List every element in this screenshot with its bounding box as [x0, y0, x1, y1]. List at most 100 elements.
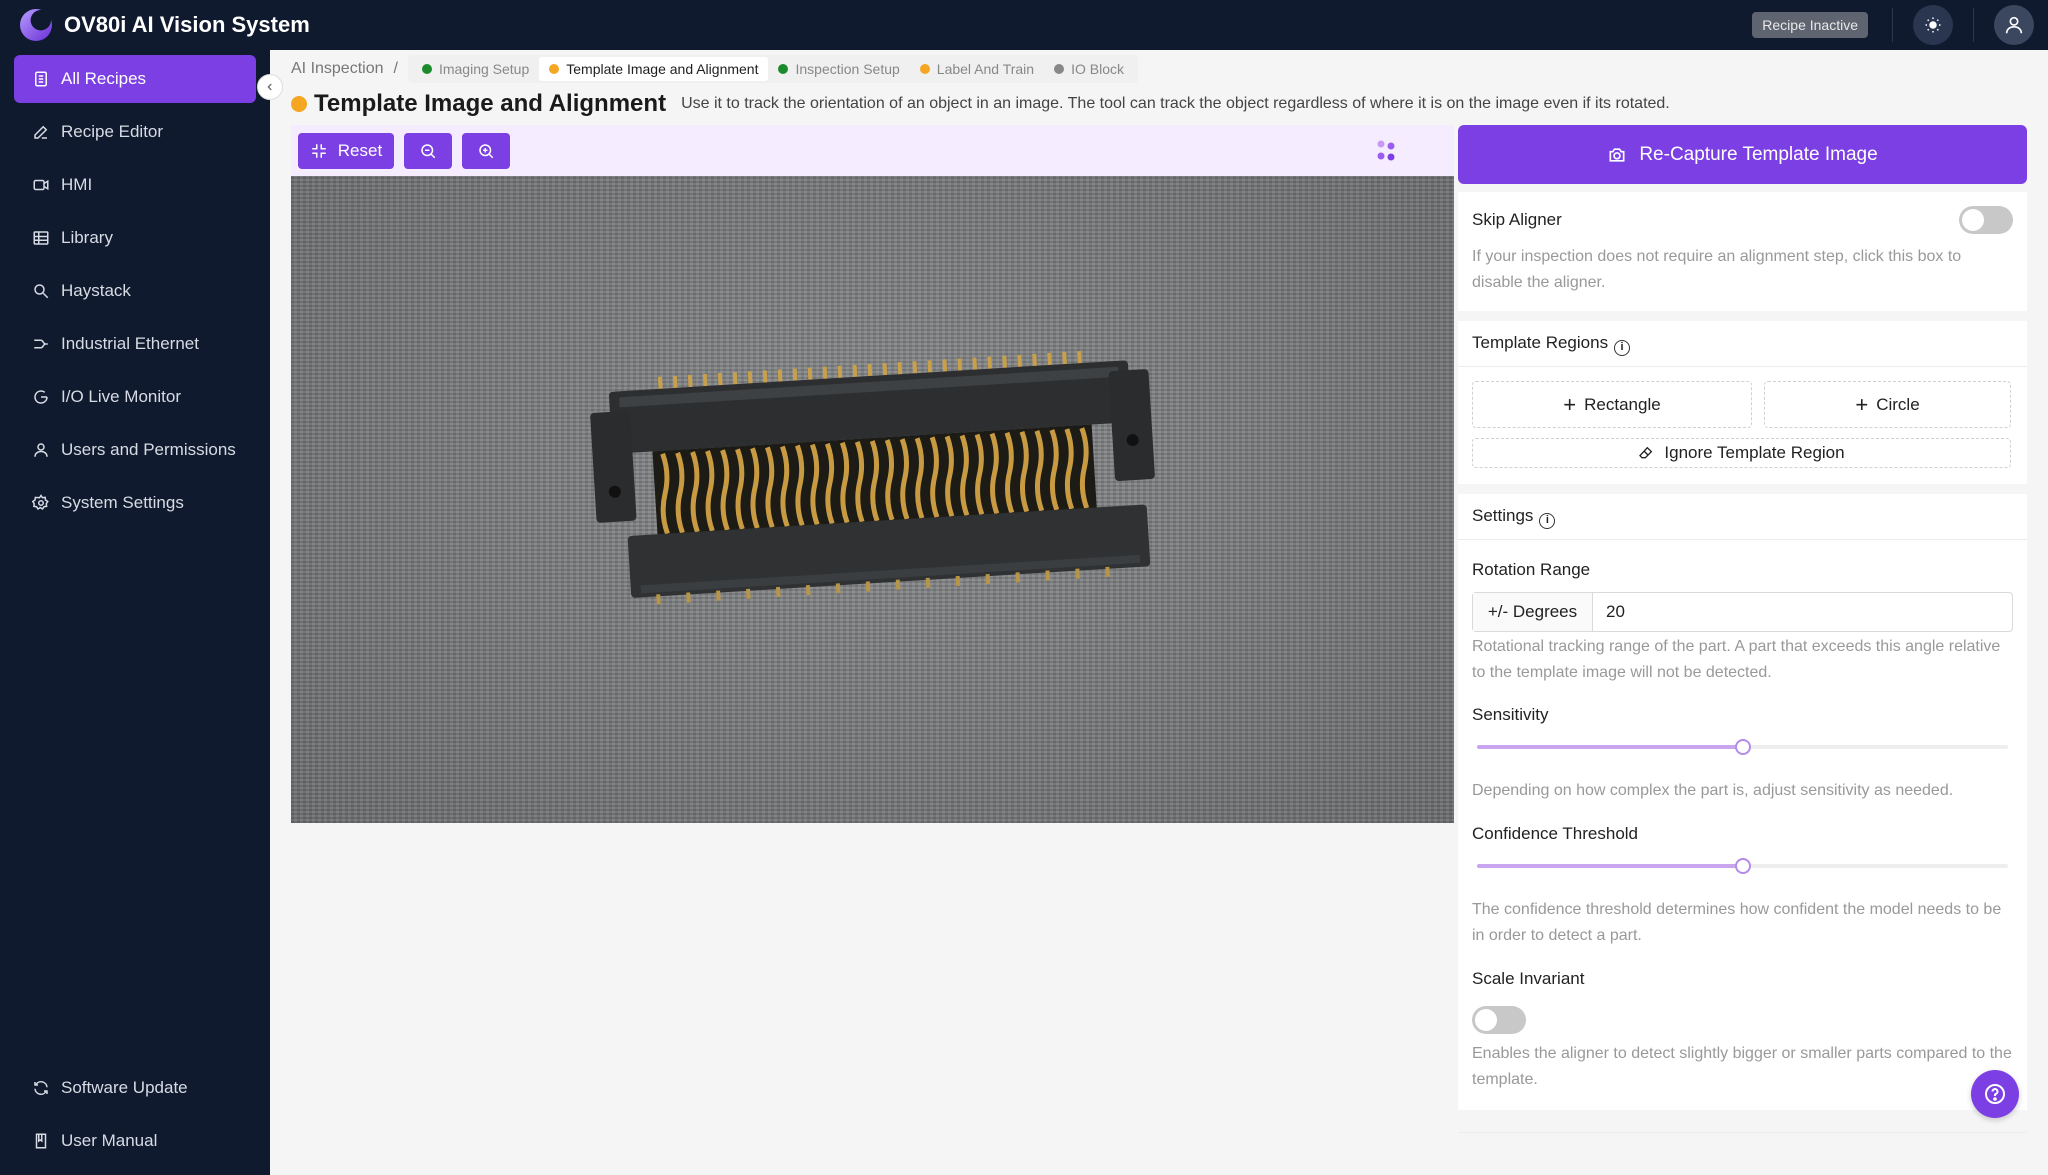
rotation-range-input[interactable]: 20 — [1593, 593, 2012, 631]
zoom-out-button[interactable] — [404, 133, 452, 169]
sidebar-item-system-settings[interactable]: System Settings — [14, 479, 256, 527]
grid-icon — [33, 231, 49, 245]
tab-label-and-train[interactable]: Label And Train — [910, 57, 1044, 81]
sidebar-item-label: Industrial Ethernet — [61, 334, 199, 353]
sensitivity-label: Sensitivity — [1472, 705, 1549, 724]
sidebar-item-library[interactable]: Library — [14, 214, 256, 262]
confidence-threshold-help: The confidence threshold determines how … — [1472, 901, 2002, 944]
zoom-in-button[interactable] — [462, 133, 510, 169]
status-dot — [291, 96, 307, 112]
sidebar-item-label: System Settings — [61, 493, 184, 512]
skip-aligner-card: Skip Aligner If your inspection does not… — [1458, 192, 2027, 311]
plus-icon: + — [1855, 391, 1869, 417]
reset-button[interactable]: Reset — [298, 133, 394, 169]
sidebar-collapse-button[interactable] — [257, 74, 283, 100]
video-icon — [33, 179, 49, 191]
sidebar-item-label: Library — [61, 228, 113, 247]
user-icon — [34, 443, 48, 457]
search-icon — [34, 284, 49, 299]
sidebar-item-label: Software Update — [61, 1078, 188, 1097]
sidebar-item-recipe-editor[interactable]: Recipe Editor — [14, 108, 256, 156]
tab-template-image-and-alignment[interactable]: Template Image and Alignment — [539, 57, 769, 81]
connector-part-image — [590, 351, 1155, 605]
status-dot — [919, 64, 930, 74]
tab-label: Inspection Setup — [795, 61, 900, 77]
slider-handle[interactable] — [1734, 858, 1751, 874]
scale-invariant-label: Scale Invariant — [1472, 969, 1585, 988]
tab-imaging-setup[interactable]: Imaging Setup — [412, 57, 539, 81]
sidebar-bottom: Software Update User Manual — [0, 1064, 270, 1175]
settings-card: Settings i Rotation Range +/- Degrees 20 … — [1458, 494, 2027, 1110]
scale-invariant-help: Enables the aligner to detect slightly b… — [1472, 1045, 2012, 1088]
loading-dots-icon — [1377, 140, 1395, 161]
degrees-addon: +/- Degrees — [1473, 593, 1593, 631]
ignore-template-region-button[interactable]: Ignore Template Region — [1472, 438, 2011, 468]
sidebar-item-user-manual[interactable]: User Manual — [14, 1117, 256, 1165]
zoom-out-icon — [421, 144, 436, 159]
divider — [1892, 8, 1893, 42]
breadcrumb-root[interactable]: AI Inspection — [291, 60, 384, 78]
theme-toggle-button[interactable] — [1913, 5, 1953, 45]
settings-label: Settings — [1472, 506, 1534, 525]
sensitivity-help: Depending on how complex the part is, ad… — [1472, 782, 1954, 799]
chevron-left-icon — [267, 83, 272, 91]
skip-aligner-label: Skip Aligner — [1472, 210, 1562, 229]
sidebar-item-label: I/O Live Monitor — [61, 387, 181, 406]
sidebar-item-label: All Recipes — [61, 69, 147, 88]
status-dot — [778, 64, 789, 74]
page-description: Use it to track the orientation of an ob… — [681, 95, 1670, 112]
user-icon — [2005, 16, 2023, 34]
slider-handle[interactable] — [1734, 739, 1751, 755]
recapture-label: Re-Capture Template Image — [1639, 143, 1878, 165]
sidebar-item-label: Recipe Editor — [61, 122, 164, 141]
sidebar-item-users-and-permissions[interactable]: Users and Permissions — [14, 426, 256, 474]
divider — [1458, 539, 2027, 540]
ignore-region-label: Ignore Template Region — [1664, 443, 1845, 462]
tab-io-block[interactable]: IO Block — [1044, 57, 1134, 81]
slider-track — [1477, 745, 1743, 749]
tab-label: IO Block — [1071, 61, 1124, 77]
image-toolbar: Reset — [291, 125, 1454, 176]
sidebar-item-haystack[interactable]: Haystack — [14, 267, 256, 315]
status-dot — [549, 64, 560, 74]
status-dot — [1054, 64, 1065, 74]
tab-inspection-setup[interactable]: Inspection Setup — [768, 57, 909, 81]
zoom-in-icon — [479, 144, 494, 159]
app-title: OV80i AI Vision System — [64, 12, 310, 37]
top-bar: OV80i AI Vision System Recipe Inactive — [0, 0, 2048, 50]
sidebar-item-io-live-monitor[interactable]: I/O Live Monitor — [14, 373, 256, 421]
add-circle-button[interactable]: + Circle — [1764, 381, 2011, 428]
confidence-threshold-label: Confidence Threshold — [1472, 824, 1639, 843]
sidebar-item-hmi[interactable]: HMI — [14, 161, 256, 209]
sidebar-item-all-recipes[interactable]: All Recipes — [14, 55, 256, 103]
template-regions-label: Template Regions — [1472, 333, 1609, 352]
confidence-threshold-slider[interactable] — [1472, 856, 2013, 876]
reset-label: Reset — [337, 141, 383, 160]
info-icon[interactable]: i — [1539, 513, 1556, 529]
recapture-template-button[interactable]: Re-Capture Template Image — [1458, 125, 2027, 184]
sidebar-item-industrial-ethernet[interactable]: Industrial Ethernet — [14, 320, 256, 368]
tab-label: Label And Train — [936, 61, 1035, 77]
sidebar-item-software-update[interactable]: Software Update — [14, 1064, 256, 1112]
help-button[interactable] — [1971, 1070, 2019, 1118]
plus-icon: + — [1563, 391, 1577, 417]
scale-invariant-toggle[interactable] — [1472, 1006, 1526, 1034]
template-regions-card: Template Regions i + Rectangle + Circle I… — [1458, 321, 2027, 484]
sidebar-item-label: HMI — [61, 175, 93, 194]
tab-label: Imaging Setup — [438, 61, 530, 77]
user-avatar-button[interactable] — [1994, 5, 2034, 45]
sensitivity-slider[interactable] — [1472, 737, 2013, 757]
gear-icon — [32, 494, 49, 511]
template-image-canvas[interactable] — [291, 176, 1454, 823]
sidebar: All Recipes Recipe Editor HMI Library Ha… — [0, 50, 270, 1175]
skip-aligner-toggle[interactable] — [1959, 206, 2013, 234]
add-rectangle-button[interactable]: + Rectangle — [1472, 381, 1752, 428]
page-title: Template Image and Alignment — [314, 90, 667, 117]
recipe-status-badge: Recipe Inactive — [1752, 12, 1868, 38]
top-right-controls: Recipe Inactive — [1752, 0, 2048, 50]
page-header: Template Image and Alignment Use it to t… — [291, 90, 1670, 118]
info-icon[interactable]: i — [1614, 340, 1631, 356]
tab-label: Template Image and Alignment — [566, 61, 759, 77]
eraser-icon — [1639, 446, 1653, 459]
rotation-range-label: Rotation Range — [1472, 560, 1591, 579]
